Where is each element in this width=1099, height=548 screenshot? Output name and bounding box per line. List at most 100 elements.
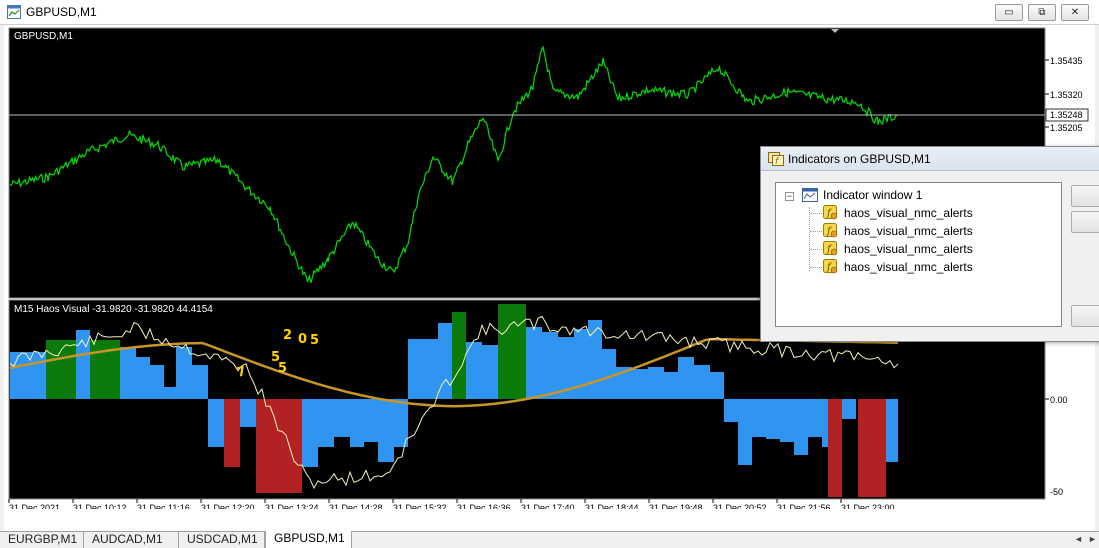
histogram-bar — [334, 399, 350, 437]
chart-tab-bar: EURGBP,M1 AUDCAD,M1 USDCAD,M1 GBPUSD,M1 … — [0, 531, 1099, 548]
histogram-bar — [46, 340, 76, 399]
histogram-bar — [350, 399, 364, 447]
histogram-bar — [664, 372, 678, 399]
tree-item-indicator[interactable]: f haos_visual_nmc_alerts — [823, 258, 973, 275]
price-label: 1.35320 — [1050, 90, 1083, 100]
histogram-bar — [424, 339, 438, 399]
histogram-bar — [808, 399, 822, 437]
time-axis-label: 31 Dec 11:16 — [137, 503, 190, 509]
indicator-scale-label: -50 — [1050, 487, 1063, 497]
window-title: GBPUSD,M1 — [26, 5, 97, 19]
tab-gbpusd[interactable]: GBPUSD,M1 — [265, 531, 352, 548]
indicator-annotation: 5 — [278, 361, 287, 376]
indicator-annotation: 0 — [298, 332, 307, 347]
histogram-bar — [678, 357, 694, 399]
histogram-bar — [602, 349, 616, 399]
histogram-bar — [176, 347, 192, 399]
histogram-bar — [224, 399, 240, 467]
tree-item-indicator-window[interactable]: Indicator window 1 — [802, 186, 922, 203]
tree-item-indicator[interactable]: f haos_visual_nmc_alerts — [823, 204, 973, 221]
tree-item-indicator[interactable]: f haos_visual_nmc_alerts — [823, 240, 973, 257]
indicators-dialog-icon: f — [768, 152, 784, 166]
time-axis-label: 31 Dec 23:00 — [841, 503, 895, 509]
histogram-bar — [542, 332, 558, 399]
main-chart-label: GBPUSD,M1 — [14, 31, 73, 42]
histogram-bar — [120, 347, 136, 399]
time-axis-label: 31 Dec 17:40 — [521, 503, 575, 509]
time-axis-label: 31 Dec 12:20 — [201, 503, 255, 509]
time-axis-label: 31 Dec 19:48 — [649, 503, 703, 509]
tab-usdcad[interactable]: USDCAD,M1 — [179, 532, 265, 548]
price-label: 1.35205 — [1050, 123, 1083, 133]
histogram-bar — [632, 369, 648, 399]
minimize-icon: ▭ — [1004, 6, 1014, 18]
indicator-tree[interactable]: − Indicator window 1 f haos_visual_nmc_a… — [775, 182, 1062, 327]
time-axis-label: 31 Dec 16:36 — [457, 503, 511, 509]
histogram-bar — [710, 372, 724, 399]
histogram-bar — [240, 399, 256, 427]
histogram-bar — [302, 399, 318, 467]
scroll-right-icon[interactable]: ► — [1088, 534, 1097, 544]
dialog-titlebar[interactable]: f Indicators on GBPUSD,M1 — [761, 147, 1099, 171]
dialog-close-button[interactable] — [1071, 305, 1099, 327]
current-price-label: 1.35248 — [1050, 110, 1083, 120]
histogram-bar — [498, 304, 526, 399]
dialog-side-button[interactable] — [1071, 211, 1099, 233]
time-axis-label: 31 Dec 13:24 — [265, 503, 319, 509]
indicator-annotation: 5 — [310, 333, 319, 348]
indicator-name: haos_visual_nmc_alerts — [844, 241, 973, 256]
histogram-bar — [164, 387, 176, 399]
window-titlebar: GBPUSD,M1 ▭ ⧉ ✕ — [0, 0, 1099, 25]
time-axis-label: 31 Dec 2021 — [9, 503, 60, 509]
indicators-dialog: f Indicators on GBPUSD,M1 − Indicator wi… — [760, 146, 1099, 342]
histogram-bar — [364, 399, 378, 442]
histogram-bar — [438, 323, 452, 399]
tab-eurgbp[interactable]: EURGBP,M1 — [0, 532, 84, 548]
tab-audcad[interactable]: AUDCAD,M1 — [84, 532, 179, 548]
histogram-bar — [482, 345, 498, 399]
histogram-bar — [842, 399, 856, 419]
custom-indicator-icon: f — [823, 205, 838, 220]
custom-indicator-icon: f — [823, 241, 838, 256]
histogram-bar — [318, 399, 334, 447]
time-axis-label: 31 Dec 10:12 — [73, 503, 127, 509]
close-icon: ✕ — [1070, 6, 1080, 18]
histogram-bar — [588, 320, 602, 399]
tree-expander-icon[interactable]: − — [785, 192, 794, 201]
restore-button[interactable]: ⧉ — [1028, 4, 1056, 21]
histogram-bar — [256, 399, 302, 493]
histogram-bar — [794, 399, 808, 455]
histogram-bar — [10, 352, 46, 399]
histogram-bar — [858, 399, 886, 497]
tree-root-label: Indicator window 1 — [823, 187, 923, 202]
restore-icon: ⧉ — [1038, 6, 1046, 18]
histogram-bar — [886, 399, 898, 462]
histogram-bar — [724, 399, 738, 422]
close-button[interactable]: ✕ — [1061, 4, 1089, 21]
indicator-annotation: 2 — [283, 328, 292, 343]
histogram-bar — [738, 399, 752, 465]
time-axis-label: 31 Dec 21:56 — [777, 503, 831, 509]
chart-app-icon — [7, 5, 21, 19]
minimize-button[interactable]: ▭ — [995, 4, 1023, 21]
histogram-bar — [752, 399, 766, 437]
histogram-bar — [408, 339, 424, 399]
histogram-bar — [452, 312, 466, 399]
histogram-bar — [136, 357, 150, 399]
custom-indicator-icon: f — [823, 259, 838, 274]
time-axis-label: 31 Dec 18:44 — [585, 503, 639, 509]
indicator-name: haos_visual_nmc_alerts — [844, 205, 973, 220]
indicator-window-icon — [802, 187, 818, 202]
indicator-name: haos_visual_nmc_alerts — [844, 223, 973, 238]
indicator-name: haos_visual_nmc_alerts — [844, 259, 973, 274]
histogram-bar — [378, 399, 394, 462]
scroll-left-icon[interactable]: ◄ — [1074, 534, 1083, 544]
histogram-bar — [150, 365, 164, 399]
histogram-bar — [648, 367, 664, 399]
time-axis-label: 31 Dec 15:32 — [393, 503, 447, 509]
histogram-bar — [694, 365, 710, 399]
dialog-side-button[interactable] — [1071, 185, 1099, 207]
histogram-bar — [780, 399, 794, 442]
histogram-bar — [828, 399, 842, 497]
tree-item-indicator[interactable]: f haos_visual_nmc_alerts — [823, 222, 973, 239]
